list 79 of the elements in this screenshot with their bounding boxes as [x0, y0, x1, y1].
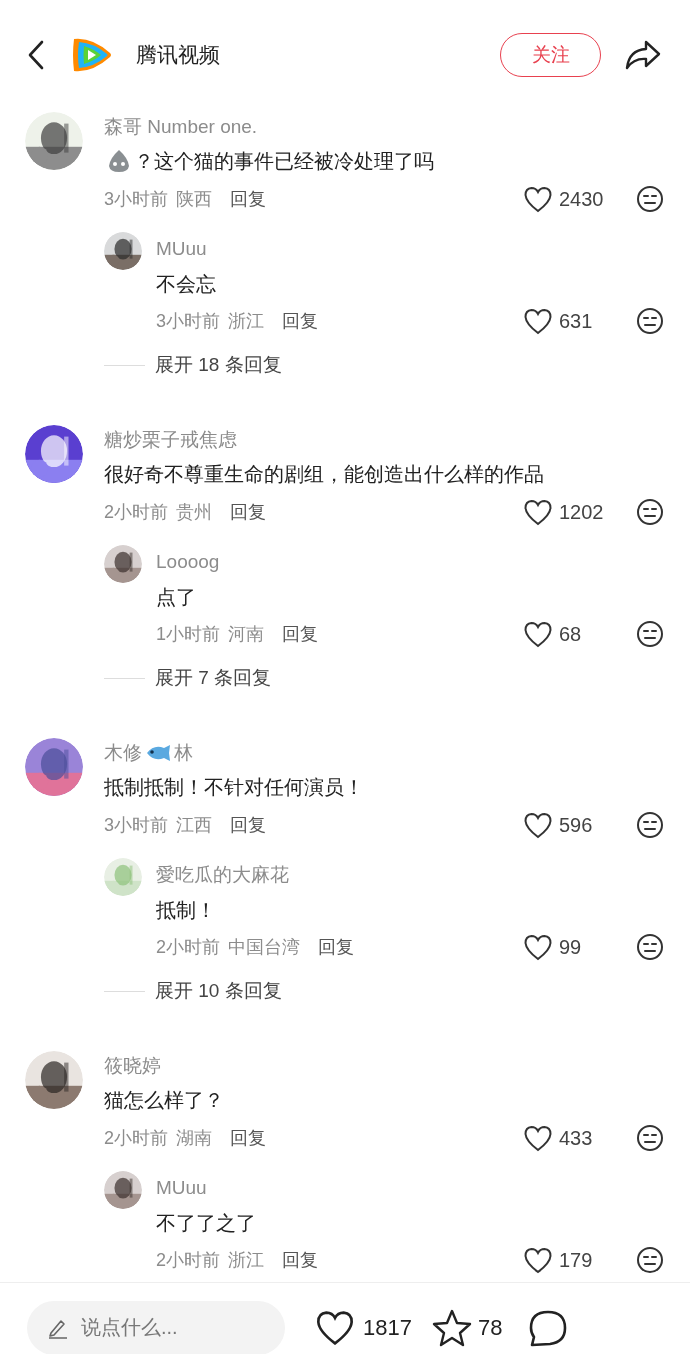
comment-location: 湖南 — [176, 1126, 212, 1150]
reply-link[interactable]: 回复 — [282, 1246, 318, 1274]
comment-text: 抵制！ — [156, 898, 216, 923]
heart-icon — [523, 620, 553, 648]
like-button[interactable]: 433 — [523, 1123, 619, 1153]
comment-time: 3小时前 — [104, 187, 168, 211]
comment-time: 1小时前 — [156, 622, 220, 646]
face-icon[interactable] — [636, 811, 664, 839]
expand-replies-link[interactable]: 展开 18 条回复 — [155, 350, 282, 380]
username: 糖炒栗子戒焦虑 — [104, 427, 237, 452]
username: 木修 — [104, 740, 142, 765]
username: 森哥 Number one. — [104, 114, 258, 139]
comment-text: 猫怎么样了？ — [104, 1088, 224, 1113]
like-button[interactable]: 179 — [523, 1245, 619, 1275]
back-icon[interactable] — [28, 40, 44, 70]
like-button[interactable]: 99 — [523, 932, 619, 962]
heart-icon — [523, 307, 553, 335]
like-button[interactable]: 1202 — [523, 497, 619, 527]
comment-text: 抵制抵制！不针对任何演员！ — [104, 775, 364, 800]
heart-icon — [523, 185, 553, 213]
reply-link[interactable]: 回复 — [282, 307, 318, 335]
username: 愛吃瓜的大麻花 — [156, 862, 289, 887]
app-title: 腾讯视频 — [136, 42, 220, 69]
comment-icon[interactable] — [528, 1308, 569, 1347]
comment-text: 点了 — [156, 585, 196, 610]
username: MUuu — [156, 1175, 207, 1200]
username: MUuu — [156, 236, 207, 261]
emoji-icon — [106, 148, 132, 174]
like-button[interactable]: 1817 — [315, 1309, 412, 1346]
comment-time: 2小时前 — [104, 1126, 168, 1150]
comment-location: 贵州 — [176, 500, 212, 524]
reply-link[interactable]: 回复 — [282, 620, 318, 648]
comment-location: 陕西 — [176, 187, 212, 211]
like-button[interactable]: 631 — [523, 306, 619, 336]
face-icon[interactable] — [636, 933, 664, 961]
username: Loooog — [156, 549, 220, 574]
comment-location: 浙江 — [228, 309, 264, 333]
comment-input-field[interactable]: 说点什么... — [27, 1300, 285, 1354]
face-icon[interactable] — [636, 620, 664, 648]
comment-time: 2小时前 — [104, 500, 168, 524]
like-button[interactable]: 68 — [523, 619, 619, 649]
comment-time: 2小时前 — [156, 935, 220, 959]
heart-icon — [523, 811, 553, 839]
heart-icon — [315, 1309, 355, 1346]
star-icon — [431, 1308, 472, 1347]
comment-location: 浙江 — [228, 1248, 264, 1272]
comment-location: 江西 — [176, 813, 212, 837]
fish-icon — [144, 743, 172, 763]
comment-text: 很好奇不尊重生命的剧组，能创造出什么样的作品 — [104, 462, 544, 487]
comment-text: 不会忘 — [156, 272, 216, 297]
reply-link[interactable]: 回复 — [230, 185, 266, 213]
comment-time: 3小时前 — [156, 309, 220, 333]
face-icon[interactable] — [636, 1124, 664, 1152]
comment-location: 中国台湾 — [228, 935, 300, 959]
like-button[interactable]: 596 — [523, 810, 619, 840]
heart-icon — [523, 498, 553, 526]
reply-link[interactable]: 回复 — [230, 498, 266, 526]
like-button[interactable]: 2430 — [523, 184, 619, 214]
expand-replies-link[interactable]: 展开 10 条回复 — [155, 976, 282, 1006]
heart-icon — [523, 1246, 553, 1274]
comment-time: 3小时前 — [104, 813, 168, 837]
face-icon[interactable] — [636, 498, 664, 526]
heart-icon — [523, 1124, 553, 1152]
face-icon[interactable] — [636, 185, 664, 213]
reply-link[interactable]: 回复 — [318, 933, 354, 961]
reply-link[interactable]: 回复 — [230, 811, 266, 839]
face-icon[interactable] — [636, 1246, 664, 1274]
username: 筱晓婷 — [104, 1053, 161, 1078]
share-icon[interactable] — [624, 39, 662, 71]
reply-link[interactable]: 回复 — [230, 1124, 266, 1152]
comment-location: 河南 — [228, 622, 264, 646]
heart-icon — [523, 933, 553, 961]
face-icon[interactable] — [636, 307, 664, 335]
comment-text: ？这个猫的事件已经被冷处理了吗 — [134, 149, 434, 174]
comment-text: 不了了之了 — [156, 1211, 256, 1236]
expand-replies-link[interactable]: 展开 7 条回复 — [155, 663, 272, 693]
comment-time: 2小时前 — [156, 1248, 220, 1272]
favorite-button[interactable]: 78 — [431, 1308, 503, 1347]
username: 林 — [174, 740, 193, 765]
